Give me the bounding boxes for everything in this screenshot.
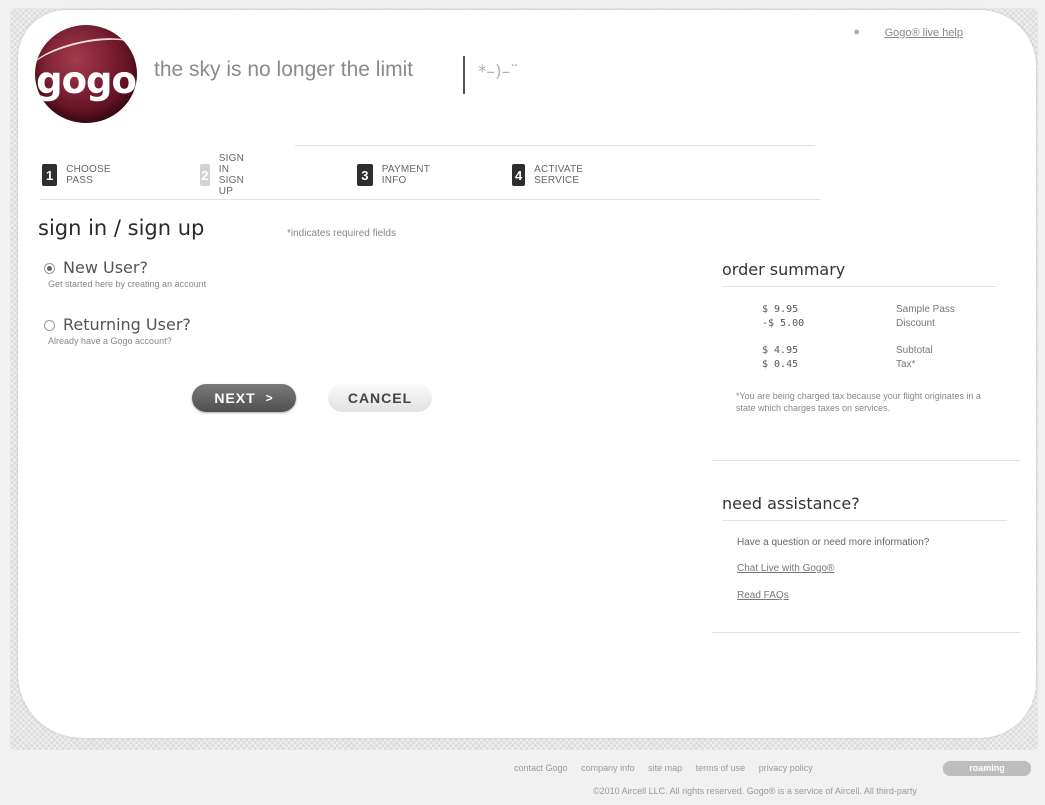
option-subtitle: Already have a Gogo account? <box>48 336 172 346</box>
sample-pass-amount: $ 9.95 <box>762 304 799 315</box>
sample-pass-label: Sample Pass <box>896 304 955 315</box>
step-number: 3 <box>357 164 373 186</box>
header-rule <box>295 145 815 146</box>
logo-text: gogo <box>36 59 137 102</box>
need-assistance-title: need assistance? <box>722 494 860 513</box>
option-title[interactable]: Returning User? <box>63 315 191 334</box>
roaming-button[interactable]: roaming <box>943 761 1031 776</box>
next-button-label: NEXT <box>214 390 256 406</box>
order-summary-rule <box>722 286 997 287</box>
new-user-radio[interactable] <box>44 263 55 274</box>
footer-link-company-info[interactable]: company info <box>581 763 635 773</box>
airplane-symbol: *–)–¨ <box>478 62 519 82</box>
step-label: ACTIVATE SERVICE <box>534 164 584 186</box>
step-label: SIGN IN SIGN UP <box>218 153 245 197</box>
footer-link-site-map[interactable]: site map <box>648 763 682 773</box>
chevron-right-icon: > <box>265 391 274 405</box>
tax-amount: $ 0.45 <box>762 359 799 370</box>
required-fields-note: *indicates required fields <box>287 228 396 239</box>
summary-bottom-rule <box>712 460 1020 461</box>
order-summary-title: order summary <box>722 260 846 279</box>
assistance-rule <box>722 520 1007 521</box>
subtotal-label: Subtotal <box>896 345 933 356</box>
assistance-bottom-rule <box>712 632 1020 633</box>
tagline: the sky is no longer the limit <box>154 58 414 81</box>
returning-user-radio[interactable] <box>44 320 55 331</box>
tagline-divider <box>463 56 465 94</box>
footer-link-terms[interactable]: terms of use <box>696 763 746 773</box>
discount-amount: -$ 5.00 <box>762 318 805 329</box>
main-card <box>18 10 1036 738</box>
step-sign-in: 2 SIGN IN SIGN UP <box>200 153 256 197</box>
gogo-logo[interactable]: gogo <box>35 25 137 123</box>
cancel-button[interactable]: CANCEL <box>328 384 432 412</box>
option-subtitle: Get started here by creating an account <box>48 279 207 289</box>
step-activate-service: 4 ACTIVATE SERVICE <box>512 162 592 188</box>
chat-bubble-icon: ● <box>853 26 860 38</box>
step-number: 2 <box>200 164 210 186</box>
discount-label: Discount <box>896 318 935 329</box>
assistance-question: Have a question or need more information… <box>737 537 930 548</box>
footer-link-privacy[interactable]: privacy policy <box>759 763 813 773</box>
page-title: sign in / sign up <box>38 216 205 240</box>
tax-note: *You are being charged tax because your … <box>736 391 981 413</box>
option-title[interactable]: New User? <box>63 258 148 277</box>
step-number: 1 <box>42 164 58 186</box>
step-label: CHOOSE PASS <box>66 164 111 186</box>
live-help-link[interactable]: Gogo® live help <box>885 27 963 39</box>
step-payment-info: 3 PAYMENT INFO <box>357 162 436 188</box>
copyright-text: ©2010 Aircell LLC. All rights reserved. … <box>593 786 917 796</box>
footer-links: contact Gogo company info site map terms… <box>514 763 824 773</box>
tax-label: Tax* <box>896 359 916 370</box>
step-number: 4 <box>512 164 526 186</box>
chat-live-link[interactable]: Chat Live with Gogo® <box>737 563 834 574</box>
read-faqs-link[interactable]: Read FAQs <box>737 590 789 601</box>
footer-link-contact[interactable]: contact Gogo <box>514 763 568 773</box>
next-button[interactable]: NEXT > <box>192 384 296 412</box>
step-label: PAYMENT INFO <box>381 164 430 186</box>
step-choose-pass: 1 CHOOSE PASS <box>42 162 118 188</box>
subtotal-amount: $ 4.95 <box>762 345 799 356</box>
steps-rule <box>40 199 820 200</box>
